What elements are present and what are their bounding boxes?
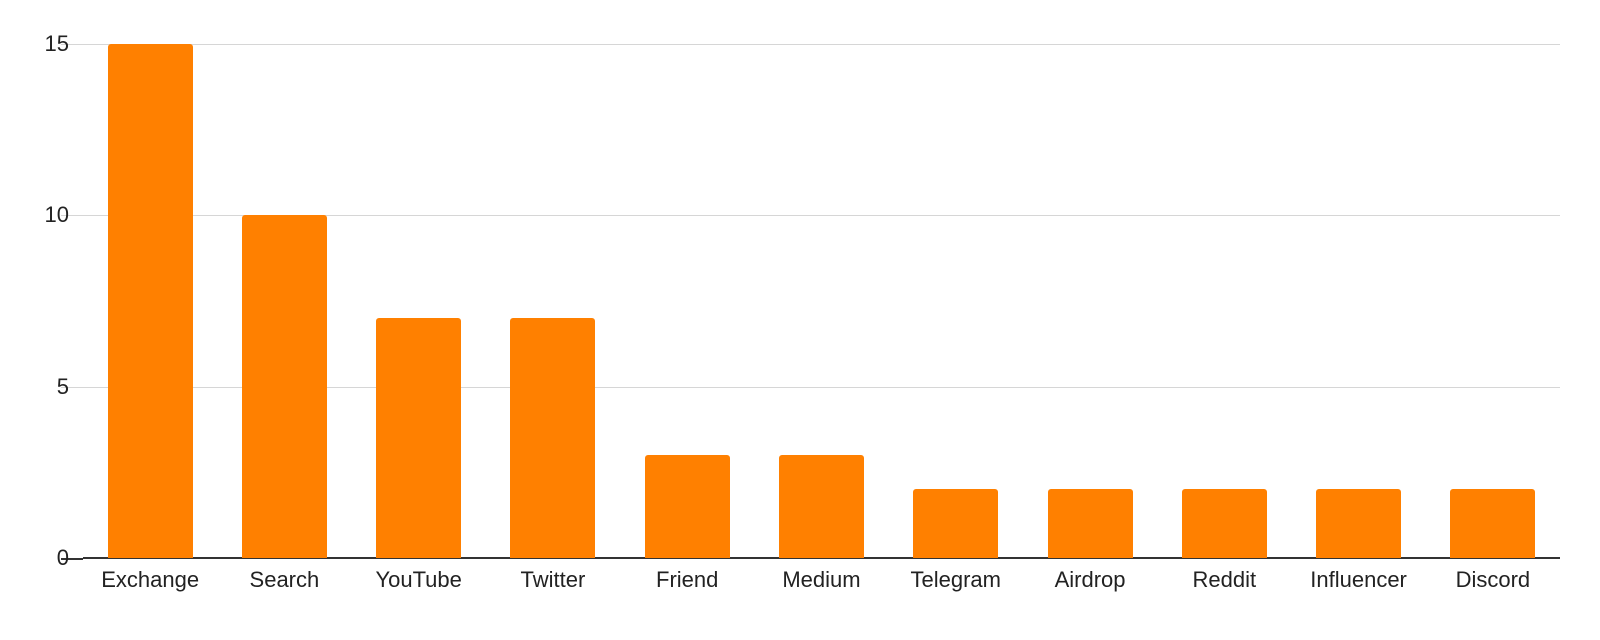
x-axis-label: Twitter: [520, 567, 586, 592]
x-axis-label: Medium: [782, 567, 861, 592]
y-tick-label: 0: [56, 545, 69, 570]
bar[interactable]: [1316, 489, 1402, 558]
bar-slot: [644, 44, 730, 558]
bar-slot: [376, 44, 462, 558]
bar[interactable]: [107, 44, 193, 558]
bar[interactable]: [241, 215, 327, 558]
plot-area: 0 5 10 15: [45, 33, 1560, 569]
bar-slot: [241, 44, 327, 558]
bar-slot: [779, 44, 864, 558]
bar[interactable]: [644, 455, 730, 558]
y-tick-label: 10: [44, 202, 69, 228]
x-axis-label: Friend: [656, 567, 719, 592]
y-tick-label: 15: [44, 31, 69, 56]
bar[interactable]: [779, 455, 864, 558]
x-axis-label: YouTube: [375, 567, 462, 592]
bar-slot: [107, 44, 193, 558]
bar-slot: [1047, 44, 1133, 558]
bar-slot: [913, 44, 999, 558]
bar-chart: 0 5 10 15 Exchange Search YouTube Twitter Frien…: [0, 0, 1600, 640]
bar[interactable]: [1181, 489, 1267, 558]
x-axis-label: Influencer: [1310, 567, 1407, 592]
bar[interactable]: [913, 489, 999, 558]
x-axis-label: Exchange: [101, 567, 200, 592]
bar[interactable]: [1047, 489, 1133, 558]
x-axis-label: Reddit: [1192, 567, 1257, 592]
x-axis-label: Discord: [1455, 567, 1531, 592]
bar[interactable]: [376, 318, 462, 558]
bar-slot: [1450, 44, 1536, 558]
bar-slot: [1181, 44, 1267, 558]
x-axis-labels: Exchange Search YouTube Twitter Friend Medium…: [83, 566, 1560, 606]
bar[interactable]: [510, 318, 596, 558]
bars-group: [83, 44, 1560, 558]
x-axis-label: Search: [249, 567, 320, 592]
x-axis-label: Telegram: [910, 567, 1001, 592]
bar-slot: [510, 44, 596, 558]
y-tick-label: 5: [56, 373, 69, 399]
bar-slot: [1316, 44, 1402, 558]
bar[interactable]: [1450, 489, 1536, 558]
x-axis-label: Airdrop: [1054, 567, 1126, 592]
